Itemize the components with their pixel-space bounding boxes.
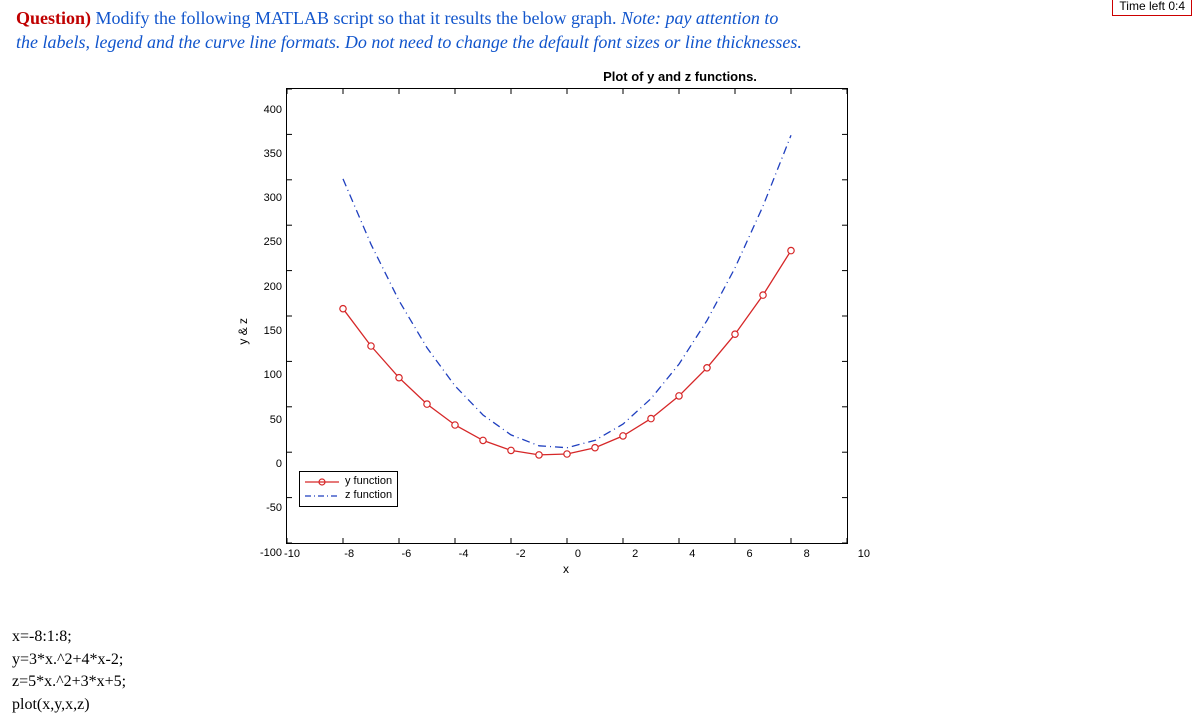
x-tick: 2 <box>623 548 647 560</box>
timer-text: Time left 0:4 <box>1119 0 1185 13</box>
legend-swatch-y <box>305 477 339 487</box>
timer-box: Time left 0:4 <box>1112 0 1192 16</box>
question-note-rest: the labels, legend and the curve line fo… <box>16 30 1184 54</box>
y-tick: 250 <box>252 237 282 248</box>
y-tick: -100 <box>252 548 282 559</box>
x-tick: -10 <box>280 548 304 560</box>
legend-label-z: z function <box>345 489 392 503</box>
x-tick: -2 <box>509 548 533 560</box>
y-tick: 200 <box>252 282 282 293</box>
question-text: Question) Modify the following MATLAB sc… <box>16 6 1184 55</box>
question-body-1: Modify the following MATLAB script so th… <box>91 8 621 28</box>
x-tick: 6 <box>738 548 762 560</box>
x-tick: 8 <box>795 548 819 560</box>
x-tick: 0 <box>566 548 590 560</box>
question-note-label: Note: pay attention to <box>621 8 778 28</box>
y-tick: 300 <box>252 193 282 204</box>
y-axis-label: y & z <box>236 318 250 345</box>
y-tick: 350 <box>252 149 282 160</box>
legend-entry-z: z function <box>305 489 392 503</box>
y-tick: -50 <box>252 503 282 514</box>
legend-swatch-z <box>305 491 339 501</box>
x-tick: -8 <box>337 548 361 560</box>
code-line: z=5*x.^2+3*x+5; <box>12 671 126 693</box>
x-tick: 4 <box>680 548 704 560</box>
chart-container: Plot of y and z functions. y & z 400 350… <box>236 69 876 576</box>
y-tick: 100 <box>252 370 282 381</box>
y-tick: 400 <box>252 105 282 116</box>
y-tick: 0 <box>252 459 282 470</box>
code-line: y=3*x.^2+4*x-2; <box>12 649 126 671</box>
code-line: x=-8:1:8; <box>12 626 126 648</box>
x-tick: -6 <box>394 548 418 560</box>
x-tick: -4 <box>452 548 476 560</box>
chart-title: Plot of y and z functions. <box>484 69 876 84</box>
plot-area: y function z function <box>286 88 848 544</box>
y-axis-ticks: 400 350 300 250 200 150 100 50 0 -50 -10… <box>252 105 286 559</box>
legend: y function z function <box>299 471 398 507</box>
question-label: Question) <box>16 8 91 28</box>
x-axis-label: x <box>286 562 846 576</box>
legend-label-y: y function <box>345 475 392 489</box>
code-line: plot(x,y,x,z) <box>12 694 126 716</box>
x-axis-ticks: -10 -8 -6 -4 -2 0 2 4 6 8 10 <box>286 548 870 560</box>
code-block: x=-8:1:8; y=3*x.^2+4*x-2; z=5*x.^2+3*x+5… <box>12 626 126 716</box>
x-tick: 10 <box>852 548 876 560</box>
y-tick: 150 <box>252 326 282 337</box>
y-tick: 50 <box>252 415 282 426</box>
legend-entry-y: y function <box>305 475 392 489</box>
